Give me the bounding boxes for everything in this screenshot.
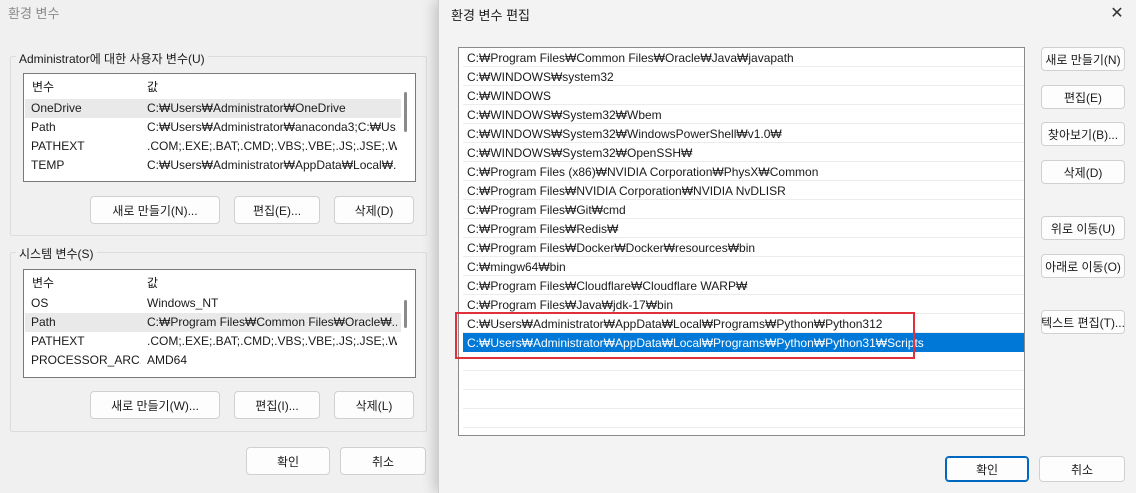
path-entry: C:₩WINDOWS xyxy=(467,89,551,103)
table-row[interactable]: OneDrive C:₩Users₩Administrator₩OneDrive xyxy=(25,99,401,118)
empty-list-row[interactable] xyxy=(463,390,1024,409)
path-entry: C:₩Program Files₩Redis₩ xyxy=(467,222,619,236)
table-row[interactable]: TEMP C:₩Users₩Administrator₩AppData₩Loca… xyxy=(25,156,401,175)
list-item[interactable]: C:₩Program Files₩Common Files₩Oracle₩Jav… xyxy=(463,48,1024,67)
table-row[interactable]: Path C:₩Users₩Administrator₩anaconda3;C:… xyxy=(25,118,401,137)
path-entry: C:₩Program Files₩NVIDIA Corporation₩NVID… xyxy=(467,184,786,198)
row-name: Path xyxy=(31,315,56,329)
row-value: Windows_NT xyxy=(147,296,219,310)
path-entry: C:₩Users₩Administrator₩AppData₩Local₩Pro… xyxy=(467,317,883,331)
row-value: AMD64 xyxy=(147,353,188,367)
browse-button[interactable]: 찾아보기(B)... xyxy=(1041,122,1125,146)
row-name: PROCESSOR_ARC... xyxy=(31,353,141,367)
table-row[interactable]: PATHEXT .COM;.EXE;.BAT;.CMD;.VBS;.VBE;.J… xyxy=(25,137,401,156)
row-name: TEMP xyxy=(31,158,65,172)
path-entry: C:₩mingw64₩bin xyxy=(467,260,566,274)
move-down-button[interactable]: 아래로 이동(O) xyxy=(1041,254,1125,278)
path-entry: C:₩WINDOWS₩System32₩Wbem xyxy=(467,108,662,122)
path-entry: C:₩Program Files₩Cloudflare₩Cloudflare W… xyxy=(467,279,748,293)
edit-text-button[interactable]: 텍스트 편집(T)... xyxy=(1041,310,1125,334)
bg-ok-button[interactable]: 확인 xyxy=(246,447,330,475)
row-name: OS xyxy=(31,296,49,310)
row-name: PATHEXT xyxy=(31,334,85,348)
path-entry: C:₩WINDOWS₩system32 xyxy=(467,70,614,84)
move-up-button[interactable]: 위로 이동(U) xyxy=(1041,216,1125,240)
table-row[interactable]: PATHEXT .COM;.EXE;.BAT;.CMD;.VBS;.VBE;.J… xyxy=(25,332,401,351)
column-header-value[interactable]: 값 xyxy=(147,78,158,95)
row-name: Path xyxy=(31,120,56,134)
table-row[interactable]: OS Windows_NT xyxy=(25,294,401,313)
list-item-selected[interactable]: C:₩Users₩Administrator₩AppData₩Local₩Pro… xyxy=(463,333,1024,352)
list-item[interactable]: C:₩WINDOWS₩System32₩WindowsPowerShell₩v1… xyxy=(463,124,1024,143)
list-header: 변수 값 xyxy=(24,270,415,292)
dialog-title: 환경 변수 편집 xyxy=(451,8,530,23)
row-value: C:₩Users₩Administrator₩OneDrive xyxy=(147,101,346,115)
ok-button[interactable]: 확인 xyxy=(945,456,1029,482)
list-item[interactable]: C:₩WINDOWS xyxy=(463,86,1024,105)
list-item[interactable]: C:₩Program Files₩Git₩cmd xyxy=(463,200,1024,219)
bg-cancel-button[interactable]: 취소 xyxy=(340,447,426,475)
user-variables-list[interactable]: 변수 값 OneDrive C:₩Users₩Administrator₩One… xyxy=(23,73,416,182)
path-entry: C:₩Program Files₩Common Files₩Oracle₩Jav… xyxy=(467,51,794,65)
system-new-button[interactable]: 새로 만들기(W)... xyxy=(90,391,220,419)
list-header: 변수 값 xyxy=(24,74,415,96)
path-entry: C:₩Program Files₩Java₩jdk-17₩bin xyxy=(467,298,674,312)
list-item[interactable]: C:₩Program Files₩Docker₩Docker₩resources… xyxy=(463,238,1024,257)
new-button[interactable]: 새로 만들기(N) xyxy=(1041,47,1125,71)
dialog-title: 환경 변수 xyxy=(8,6,60,21)
scrollbar-thumb[interactable] xyxy=(404,92,407,132)
row-value: .COM;.EXE;.BAT;.CMD;.VBS;.VBE;.JS;.JSE;.… xyxy=(147,334,397,348)
row-value: C:₩Program Files₩Common Files₩Oracle₩... xyxy=(147,315,397,329)
environment-variables-dialog: 환경 변수 Administrator에 대한 사용자 변수(U) 변수 값 O… xyxy=(0,0,440,493)
user-variables-label: Administrator에 대한 사용자 변수(U) xyxy=(16,50,208,67)
list-item[interactable]: C:₩mingw64₩bin xyxy=(463,257,1024,276)
system-variables-label: 시스템 변수(S) xyxy=(16,245,97,262)
empty-list-row[interactable] xyxy=(463,352,1024,371)
scrollbar-thumb[interactable] xyxy=(404,300,407,328)
list-item[interactable]: C:₩Program Files₩NVIDIA Corporation₩NVID… xyxy=(463,181,1024,200)
edit-button[interactable]: 편집(E) xyxy=(1041,85,1125,109)
path-entries-list[interactable]: C:₩Program Files₩Common Files₩Oracle₩Jav… xyxy=(458,47,1025,436)
row-name: PATHEXT xyxy=(31,139,85,153)
list-item[interactable]: C:₩Program Files (x86)₩NVIDIA Corporatio… xyxy=(463,162,1024,181)
user-edit-button[interactable]: 편집(E)... xyxy=(234,196,320,224)
row-name: OneDrive xyxy=(31,101,82,115)
table-row[interactable]: PROCESSOR_ARC... AMD64 xyxy=(25,351,401,370)
delete-button[interactable]: 삭제(D) xyxy=(1041,160,1125,184)
empty-list-row[interactable] xyxy=(463,371,1024,390)
table-row[interactable]: Path C:₩Program Files₩Common Files₩Oracl… xyxy=(25,313,401,332)
list-item[interactable]: C:₩WINDOWS₩System32₩Wbem xyxy=(463,105,1024,124)
edit-environment-variable-dialog: 환경 변수 편집 ✕ C:₩Program Files₩Common Files… xyxy=(438,0,1136,493)
row-value: C:₩Users₩Administrator₩AppData₩Local₩... xyxy=(147,158,397,172)
list-item[interactable]: C:₩WINDOWS₩System32₩OpenSSH₩ xyxy=(463,143,1024,162)
user-new-button[interactable]: 새로 만들기(N)... xyxy=(90,196,220,224)
close-icon: ✕ xyxy=(1110,5,1124,22)
column-header-name[interactable]: 변수 xyxy=(32,78,54,95)
list-item[interactable]: C:₩Users₩Administrator₩AppData₩Local₩Pro… xyxy=(463,314,1024,333)
system-delete-button[interactable]: 삭제(L) xyxy=(334,391,414,419)
path-entry: C:₩Program Files (x86)₩NVIDIA Corporatio… xyxy=(467,165,819,179)
path-entry: C:₩Users₩Administrator₩AppData₩Local₩Pro… xyxy=(467,336,924,350)
close-button[interactable]: ✕ xyxy=(1104,2,1130,24)
list-item[interactable]: C:₩Program Files₩Redis₩ xyxy=(463,219,1024,238)
column-header-name[interactable]: 변수 xyxy=(32,274,54,291)
user-delete-button[interactable]: 삭제(D) xyxy=(334,196,414,224)
row-value: .COM;.EXE;.BAT;.CMD;.VBS;.VBE;.JS;.JSE;.… xyxy=(147,139,397,153)
path-entry: C:₩WINDOWS₩System32₩OpenSSH₩ xyxy=(467,146,693,160)
path-entry: C:₩Program Files₩Docker₩Docker₩resources… xyxy=(467,241,756,255)
list-item[interactable]: C:₩Program Files₩Cloudflare₩Cloudflare W… xyxy=(463,276,1024,295)
path-entry: C:₩WINDOWS₩System32₩WindowsPowerShell₩v1… xyxy=(467,127,782,141)
list-item[interactable]: C:₩Program Files₩Java₩jdk-17₩bin xyxy=(463,295,1024,314)
system-variables-list[interactable]: 변수 값 OS Windows_NT Path C:₩Program Files… xyxy=(23,269,416,378)
path-entry: C:₩Program Files₩Git₩cmd xyxy=(467,203,626,217)
list-item[interactable]: C:₩WINDOWS₩system32 xyxy=(463,67,1024,86)
empty-list-row[interactable] xyxy=(463,409,1024,428)
row-value: C:₩Users₩Administrator₩anaconda3;C:₩Us..… xyxy=(147,120,397,134)
system-edit-button[interactable]: 편집(I)... xyxy=(234,391,320,419)
column-header-value[interactable]: 값 xyxy=(147,274,158,291)
cancel-button[interactable]: 취소 xyxy=(1039,456,1125,482)
